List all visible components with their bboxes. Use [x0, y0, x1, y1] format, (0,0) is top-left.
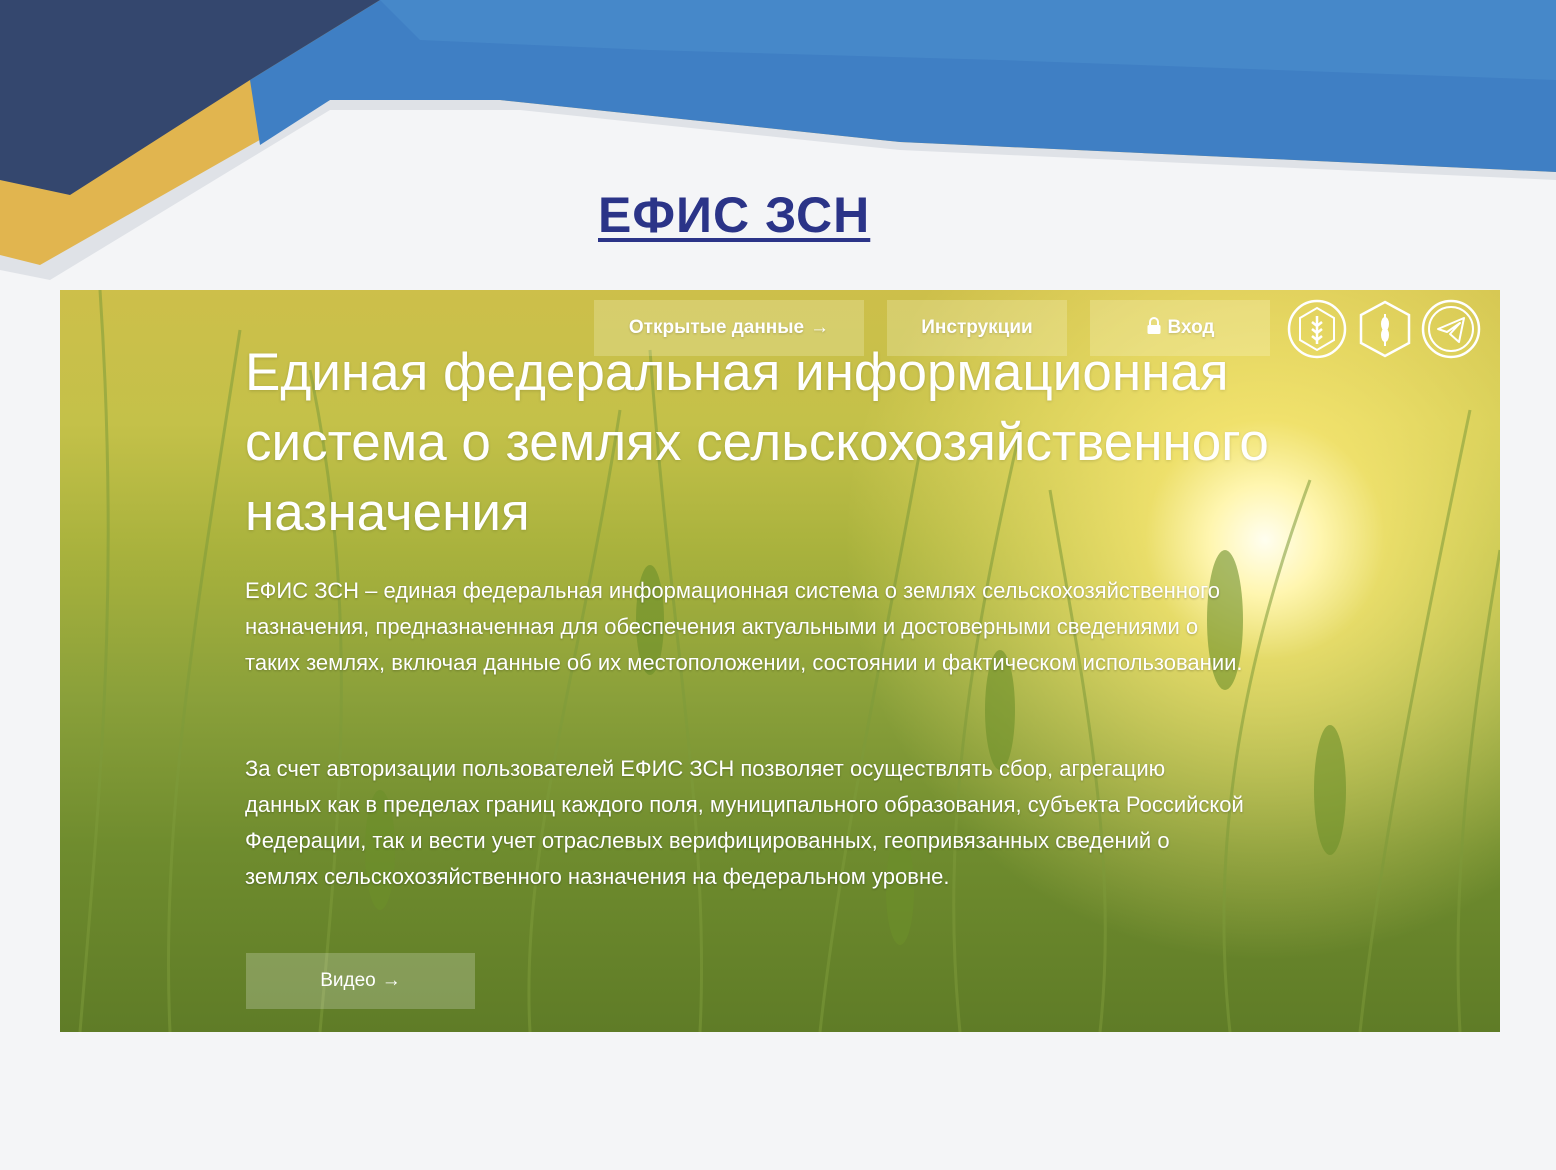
arrow-right-icon: →: [810, 317, 830, 338]
instructions-label: Инструкции: [921, 317, 1033, 338]
website-hero-screenshot: Открытые данные → Инструкции Вход Единая…: [60, 290, 1500, 1032]
open-data-label: Открытые данные: [628, 317, 805, 338]
hero-description-2: За счет авторизации пользователей ЕФИС З…: [245, 756, 1244, 889]
video-label: Видео: [320, 970, 376, 991]
wheat-hexagon-icon[interactable]: [1354, 298, 1416, 360]
lock-icon: [1146, 317, 1162, 339]
slide-header-decoration: [0, 0, 1556, 280]
arrow-right-icon: →: [381, 970, 401, 991]
login-label: Вход: [1167, 317, 1215, 338]
telegram-icon[interactable]: [1420, 298, 1482, 360]
wheat-hexagon-icon[interactable]: [1286, 298, 1348, 360]
slide-title: ЕФИС ЗСН: [598, 187, 871, 243]
hero-title: Единая федеральная информационная систем…: [245, 343, 1269, 542]
hero-description-1: ЕФИС ЗСН – единая федеральная информацио…: [245, 578, 1243, 675]
video-button[interactable]: Видео →: [246, 953, 475, 1009]
